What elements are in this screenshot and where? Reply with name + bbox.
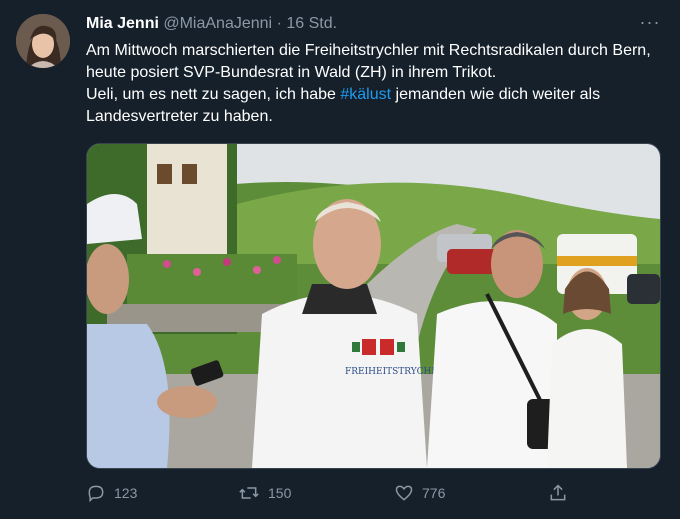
retweet-icon — [239, 487, 259, 499]
reply-icon — [88, 485, 104, 503]
heart-icon — [395, 485, 413, 501]
retweet-button[interactable]: 150 — [238, 480, 291, 506]
tweet-text: Am Mittwoch marschierten die Freiheitstr… — [86, 40, 666, 128]
timestamp[interactable]: 16 Std. — [286, 15, 337, 32]
like-button[interactable]: 776 — [394, 480, 445, 506]
tweet-text-line1: Am Mittwoch marschierten die Freiheitstr… — [86, 42, 651, 81]
separator-dot: · — [276, 15, 282, 32]
reply-count: 123 — [114, 485, 138, 501]
tweet-header: Mia Jenni @MiaAnaJenni · 16 Std. — [86, 14, 337, 34]
tweet-photo[interactable]: FREIHEITSTRYCHLER — [86, 143, 661, 469]
photo-illustration: FREIHEITSTRYCHLER — [87, 144, 660, 468]
retweet-count: 150 — [268, 485, 292, 501]
hashtag-link[interactable]: #kälust — [340, 86, 391, 103]
author-name[interactable]: Mia Jenni — [86, 15, 159, 32]
share-button[interactable] — [548, 480, 576, 506]
tweet: Mia Jenni @MiaAnaJenni · 16 Std. ··· Am … — [0, 0, 680, 519]
tweet-text-line2: Ueli, um es nett zu sagen, ich habe #käl… — [86, 84, 666, 128]
more-icon[interactable]: ··· — [636, 12, 664, 34]
share-icon — [550, 484, 566, 501]
avatar[interactable] — [16, 14, 70, 68]
author-handle[interactable]: @MiaAnaJenni — [163, 15, 272, 32]
tweet-text-before-hashtag: Ueli, um es nett zu sagen, ich habe — [86, 86, 341, 103]
tweet-actions: 123 150 776 — [86, 480, 586, 506]
reply-button[interactable]: 123 — [86, 480, 137, 506]
like-count: 776 — [422, 485, 446, 501]
